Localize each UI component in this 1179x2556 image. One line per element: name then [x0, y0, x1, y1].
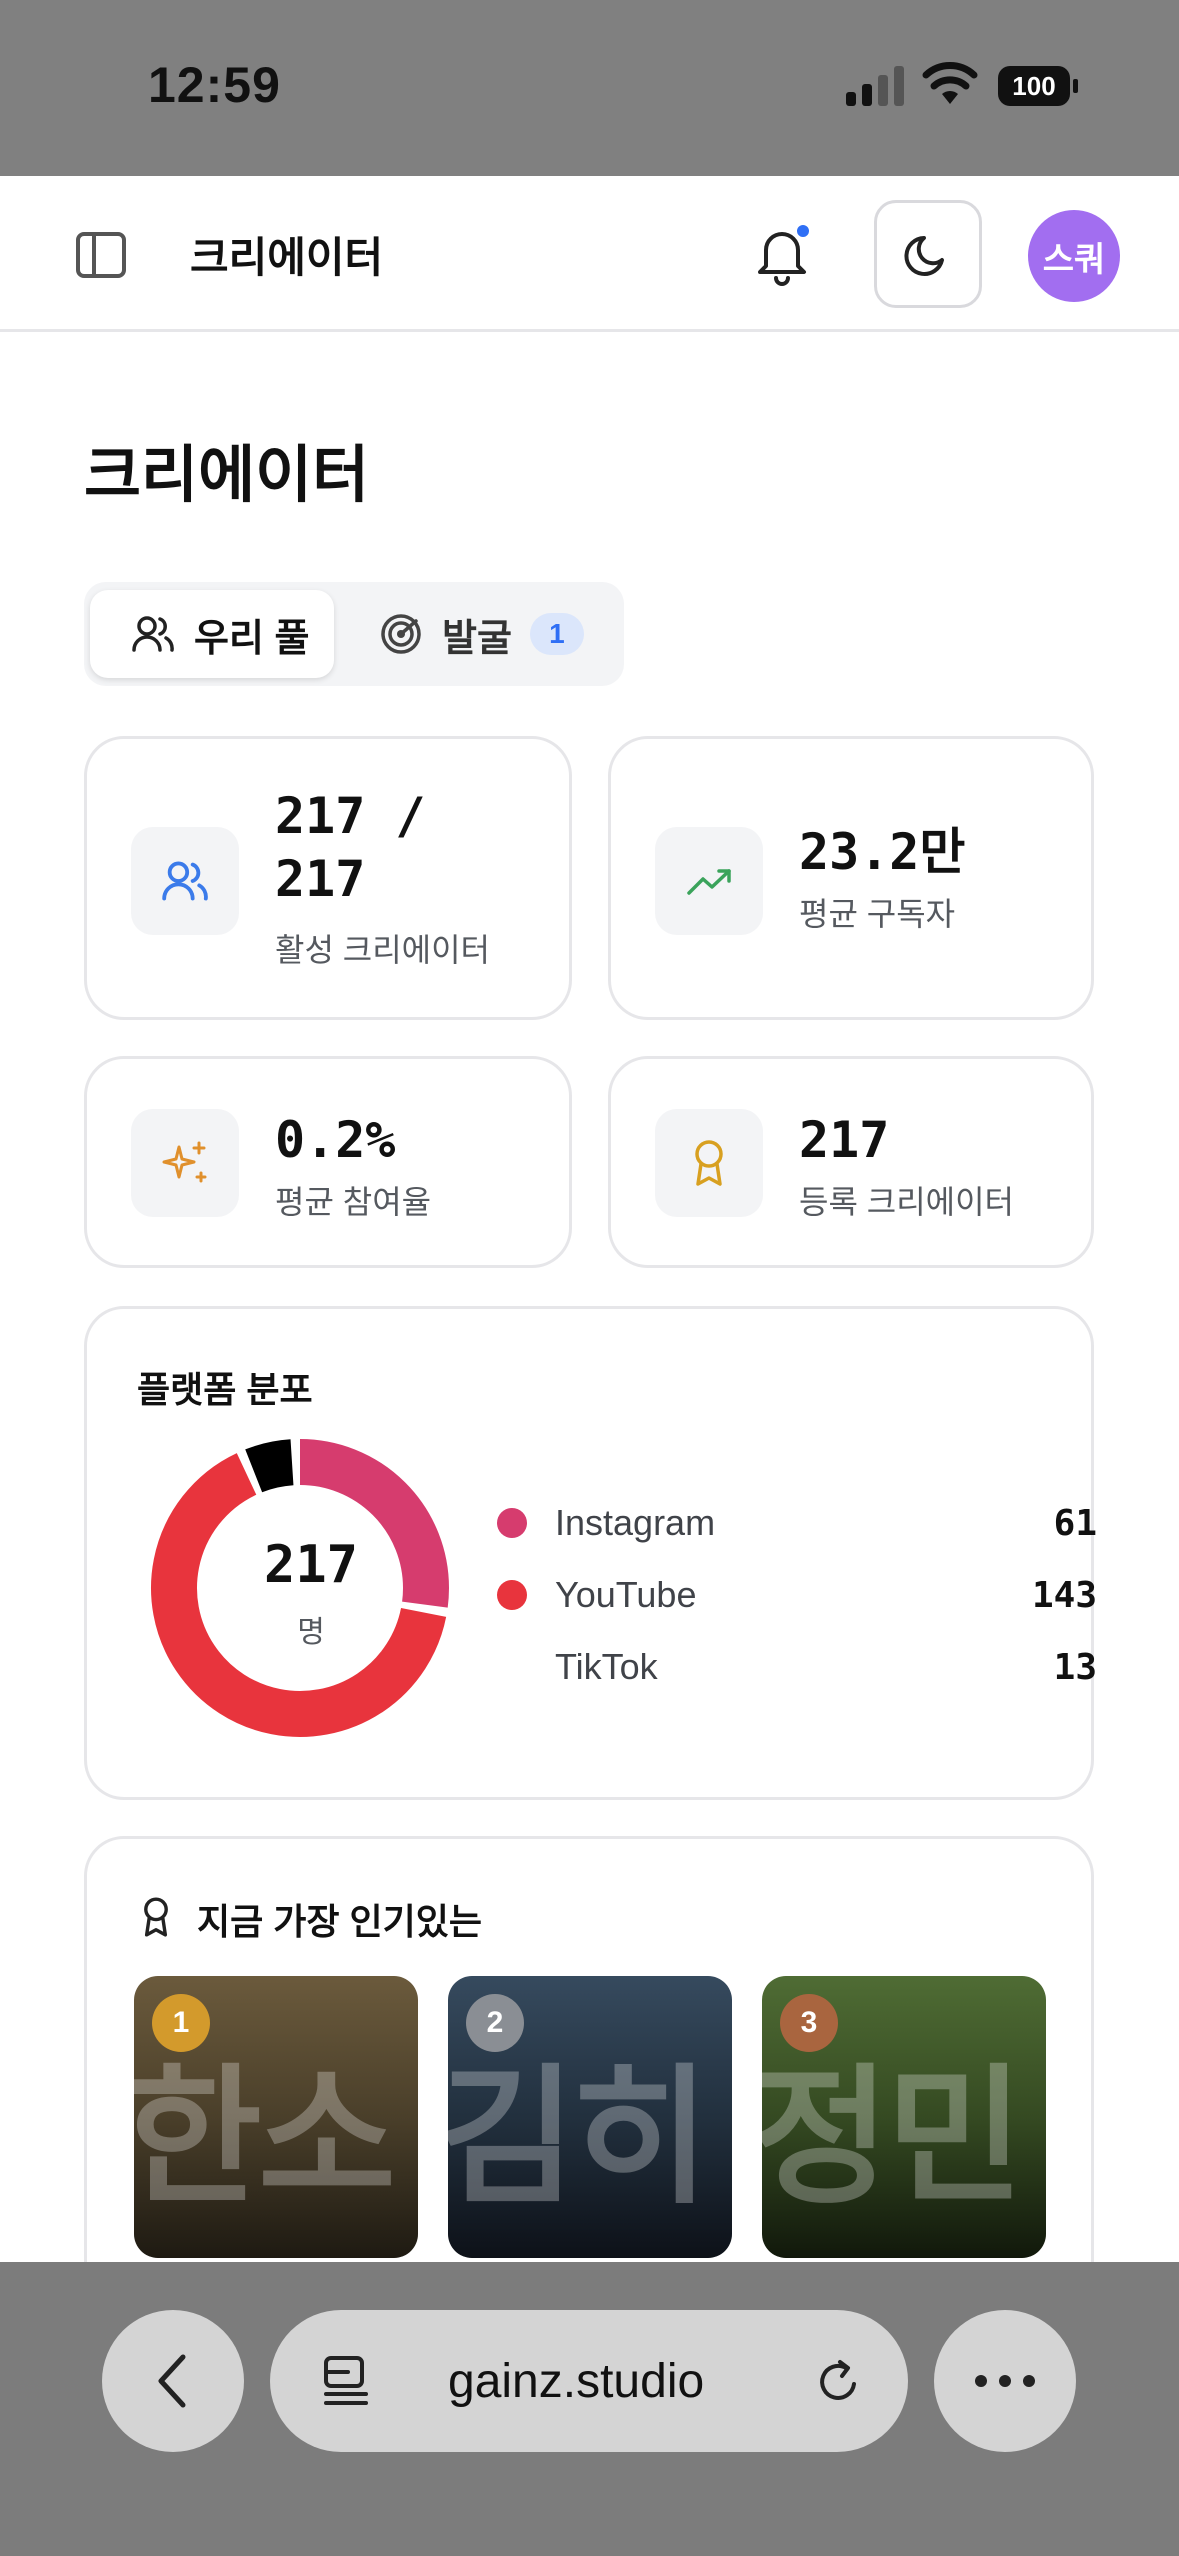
stat-card-registered: 217 등록 크리에이터	[608, 1056, 1094, 1268]
legend-name: YouTube	[555, 1574, 697, 1615]
stat-label: 활성 크리에이터	[275, 932, 490, 968]
donut-unit: 명	[297, 1616, 325, 1649]
rank-badge: 2	[466, 1994, 524, 2052]
stat-card-engagement: 0.2% 평균 참여율	[84, 1056, 572, 1268]
stat-value: 23.2만	[799, 823, 966, 881]
rank-badge: 1	[152, 1994, 210, 2052]
more-horizontal-icon	[975, 2375, 1035, 2387]
stat-card-active: 217 / 217 활성 크리에이터	[84, 736, 572, 1020]
header-title: 크리에이터	[190, 234, 384, 281]
battery-level: 100	[1012, 71, 1055, 101]
stat-icon-box	[131, 1109, 239, 1217]
stat-value: 0.2%	[275, 1111, 396, 1169]
legend-item-youtube: YouTube 143	[497, 1565, 1097, 1625]
tab-label: 우리 풀	[194, 617, 310, 660]
back-button[interactable]	[102, 2310, 244, 2452]
stat-icon-box	[655, 1109, 763, 1217]
top-header: 크리에이터 스쿼	[0, 176, 1179, 332]
notification-dot	[794, 222, 812, 240]
address-bar[interactable]: gainz.studio	[270, 2310, 908, 2452]
users-icon	[132, 616, 174, 652]
browser-toolbar: gainz.studio	[0, 2262, 1179, 2556]
stat-label: 평균 참여율	[275, 1184, 432, 1220]
status-time: 12:59	[148, 57, 281, 113]
platform-distribution-card: 플랫폼 분포 217 명 Instagram 61 YouTube 143 Ti…	[84, 1306, 1097, 1800]
stat-value-line: 217 /	[275, 787, 426, 845]
avatar[interactable]: 스쿼	[1028, 210, 1120, 302]
legend-dot	[497, 1580, 527, 1610]
tab-count-badge: 1	[529, 613, 584, 655]
legend-item-tiktok: TikTok 13	[497, 1637, 1097, 1697]
sidebar-toggle-icon[interactable]	[74, 228, 128, 282]
url-text: gainz.studio	[448, 2355, 705, 2408]
tab-label: 발굴	[442, 617, 512, 660]
status-bar: 12:59 100	[0, 0, 1179, 176]
tab-our-pool[interactable]: 우리 풀	[90, 590, 334, 678]
more-options-button[interactable]	[934, 2310, 1076, 2452]
popular-creator-card[interactable]: 정민 3	[762, 1976, 1046, 2258]
legend-value: 143	[1031, 1574, 1097, 1616]
trending-up-icon	[687, 869, 731, 895]
legend-value: 61	[1053, 1502, 1097, 1544]
stat-icon-box	[131, 827, 239, 935]
page-title: 크리에이터	[84, 441, 370, 510]
award-icon	[695, 1140, 723, 1186]
stat-value: 217	[799, 1111, 890, 1169]
stat-value: 217 / 217	[275, 785, 426, 910]
section-title: 플랫폼 분포	[137, 1369, 313, 1410]
tab-discover[interactable]: 발굴 1	[380, 590, 620, 678]
popular-creator-card[interactable]: 김히 2	[448, 1976, 732, 2258]
battery-icon: 100	[998, 66, 1078, 106]
legend-dot	[497, 1508, 527, 1538]
users-icon	[162, 861, 208, 901]
legend-item-instagram: Instagram 61	[497, 1493, 1097, 1553]
legend-value: 13	[1053, 1646, 1097, 1688]
wifi-icon	[922, 62, 978, 104]
legend-dot	[497, 1652, 527, 1682]
tab-bar: 우리 풀 발굴 1	[84, 582, 624, 686]
stat-value-line: 217	[275, 849, 366, 908]
stat-label: 평균 구독자	[799, 896, 956, 932]
tabs-icon	[324, 2356, 368, 2405]
reload-icon[interactable]	[812, 2356, 864, 2408]
legend-name: Instagram	[555, 1502, 716, 1543]
moon-icon	[904, 236, 944, 276]
chevron-left-icon	[158, 2354, 186, 2408]
section-title: 지금 가장 인기있는	[197, 1901, 482, 1942]
stat-card-subscribers: 23.2만 평균 구독자	[608, 736, 1094, 1020]
stat-icon-box	[655, 827, 763, 935]
popular-creator-card[interactable]: 한소 1	[134, 1976, 418, 2258]
cellular-signal-icon	[846, 66, 904, 106]
rank-badge: 3	[780, 1994, 838, 2052]
radar-icon	[381, 614, 421, 654]
theme-toggle-button[interactable]	[874, 200, 982, 308]
stat-label: 등록 크리에이터	[799, 1184, 1014, 1220]
award-icon	[144, 1897, 168, 1937]
donut-total: 217	[264, 1535, 358, 1595]
sparkles-icon	[162, 1141, 207, 1183]
legend-name: TikTok	[555, 1646, 658, 1687]
